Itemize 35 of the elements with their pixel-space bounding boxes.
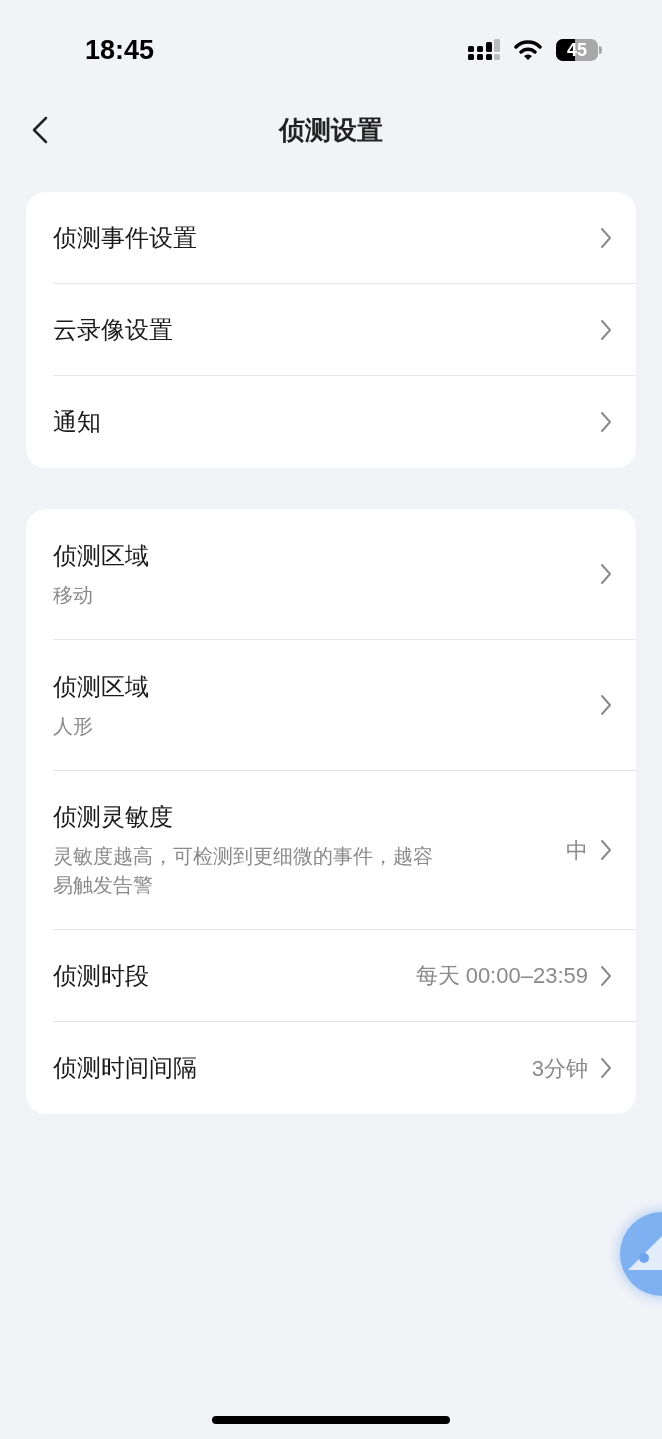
row-value: 3分钟 (531, 1054, 588, 1083)
settings-row[interactable]: 侦测时间间隔 3分钟 (53, 1022, 636, 1114)
chevron-right-icon (600, 226, 612, 249)
status-time: 18:45 (85, 33, 155, 67)
chevron-right-icon (600, 964, 612, 987)
chevron-right-icon (600, 839, 612, 861)
settings-row[interactable]: 通知 (53, 376, 636, 468)
chevron-right-icon (600, 694, 612, 716)
row-description: 人形 (53, 713, 94, 739)
settings-row[interactable]: 侦测区域 移动 (53, 509, 636, 640)
row-value: 每天 00:00–23:59 (415, 962, 588, 990)
row-title: 侦测灵敏度 (53, 802, 174, 832)
settings-row[interactable]: 侦测事件设置 (53, 192, 636, 284)
chevron-right-icon (600, 318, 612, 341)
row-description: 灵敏度越高，可检测到更细微的事件，越容易触发告警 (53, 844, 434, 898)
wifi-icon (514, 39, 542, 61)
settings-row[interactable]: 侦测区域 人形 (53, 640, 636, 771)
page-title: 侦测设置 (279, 113, 383, 147)
signal-icon (468, 39, 500, 61)
settings-row[interactable]: 侦测时段 每天 00:00–23:59 (53, 930, 636, 1022)
row-title: 云录像设置 (53, 314, 174, 345)
row-title: 通知 (53, 407, 102, 437)
settings-row[interactable]: 云录像设置 (53, 284, 636, 376)
chevron-right-icon (600, 563, 612, 585)
row-title: 侦测区域 (53, 671, 150, 702)
row-title: 侦测时段 (53, 960, 150, 991)
row-title: 侦测时间间隔 (53, 1053, 198, 1083)
row-description: 移动 (53, 582, 94, 608)
row-title: 侦测事件设置 (53, 222, 198, 253)
chevron-right-icon (600, 411, 612, 433)
settings-row[interactable]: 侦测灵敏度 灵敏度越高，可检测到更细微的事件，越容易触发告警 中 (53, 771, 636, 930)
row-value: 中 (566, 836, 588, 865)
chevron-right-icon (600, 1057, 612, 1079)
back-icon[interactable] (32, 116, 48, 144)
row-title: 侦测区域 (53, 540, 150, 571)
